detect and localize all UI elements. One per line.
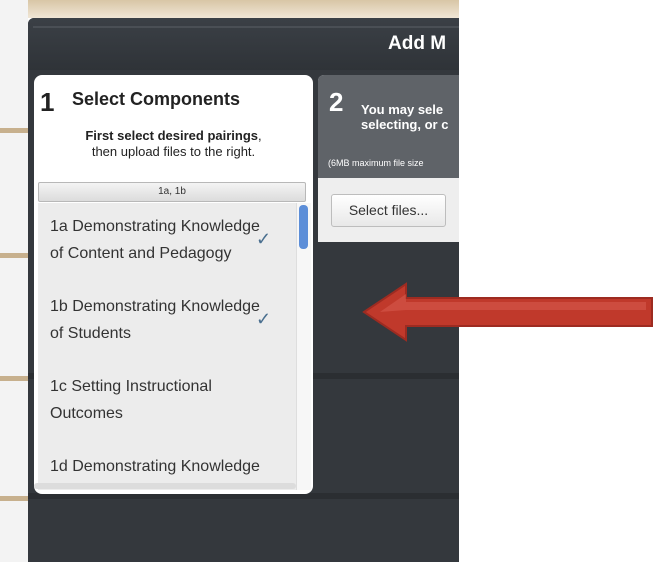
- arrow-shape: [362, 282, 653, 342]
- list-scrollbar[interactable]: [296, 203, 311, 490]
- file-size-note: (6MB maximum file size: [328, 158, 424, 168]
- list-item[interactable]: 1a Demonstrating Knowledge of Content an…: [38, 203, 296, 279]
- page-background-top: [0, 0, 459, 18]
- left-arrow-icon: [362, 282, 653, 342]
- step-number: 1: [40, 87, 55, 117]
- horizontal-scrollbar[interactable]: [34, 483, 296, 489]
- selected-components-bar[interactable]: 1a, 1b: [38, 182, 306, 202]
- list-item[interactable]: 1c Setting Instructional Outcomes: [38, 363, 296, 439]
- header-highlight: [33, 26, 459, 28]
- checkmark-icon: ✓: [256, 309, 272, 329]
- instruction-line2: then upload files to the right.: [91, 144, 256, 159]
- background-divider: [0, 128, 28, 133]
- list-item-label: 1a Demonstrating Knowledge of Content an…: [50, 218, 260, 262]
- modal-header: Add M: [28, 18, 459, 70]
- arrow-highlight: [380, 294, 646, 312]
- background-divider: [0, 253, 28, 258]
- step-instructions: First select desired pairings, then uplo…: [34, 128, 313, 160]
- step2-line2: selecting, or c: [361, 117, 449, 132]
- select-components-panel: 1 Select Components First select desired…: [34, 75, 313, 494]
- list-item-label: 1b Demonstrating Knowledge of Students: [50, 298, 260, 342]
- scrollbar-thumb[interactable]: [299, 205, 308, 249]
- page-background-left: [0, 0, 28, 562]
- background-divider: [0, 496, 28, 501]
- upload-files-panel: 2 You may sele selecting, or c (6MB maxi…: [318, 75, 459, 242]
- modal-title: Add M: [388, 33, 447, 54]
- component-list[interactable]: 1a Demonstrating Knowledge of Content an…: [38, 203, 311, 490]
- list-item-label: 1d Demonstrating Knowledge: [50, 458, 260, 475]
- step2-line1: You may sele: [361, 102, 444, 117]
- list-item-label: 1c Setting Instructional Outcomes: [50, 378, 212, 422]
- list-item[interactable]: 1b Demonstrating Knowledge of Students ✓: [38, 283, 296, 359]
- instruction-comma: ,: [258, 128, 262, 143]
- step-title: Select Components: [72, 89, 241, 109]
- step2-header: 2 You may sele selecting, or c (6MB maxi…: [318, 75, 459, 178]
- checkmark-icon: ✓: [256, 229, 272, 249]
- step2-message: You may sele selecting, or c: [361, 102, 448, 132]
- select-files-button[interactable]: Select files...: [331, 194, 446, 227]
- step-number: 2: [329, 87, 344, 117]
- background-divider: [0, 376, 28, 381]
- instruction-bold: First select desired pairings: [85, 128, 259, 143]
